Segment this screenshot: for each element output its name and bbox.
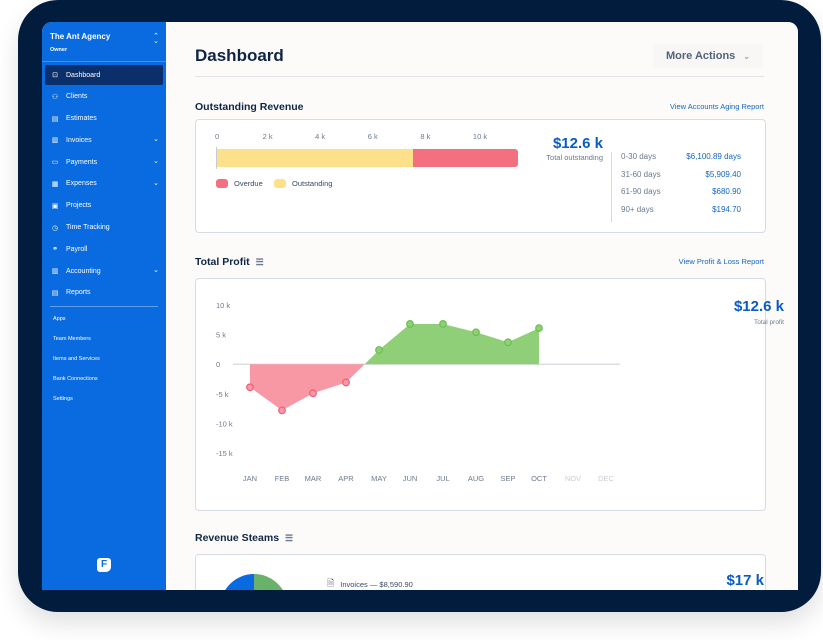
profit-point-oct[interactable] <box>535 324 543 332</box>
total-profit-label: Total profit <box>754 319 784 326</box>
chevron-down-icon[interactable]: ⌄ <box>153 266 159 274</box>
sidebar-item-label: Expenses <box>66 180 97 188</box>
payments-icon: ▭ <box>51 159 59 167</box>
profit-point-aug[interactable] <box>472 328 480 337</box>
app-window: The Ant Agency Owner ⌃ ⌄ ⊡ Dashboard ⚇ Cli… <box>42 22 798 590</box>
chevron-down-icon[interactable]: ⌄ <box>153 157 159 165</box>
profit-point-mar[interactable] <box>309 389 317 398</box>
total-profit-value: $12.6 k <box>733 298 784 315</box>
revenue-item-invoices: 🗎 Invoices — $8,590.90 <box>327 576 413 590</box>
freshbooks-logo-icon: F <box>97 558 111 572</box>
projects-icon: ▣ <box>51 202 59 210</box>
y-tick-label: 5 k <box>216 331 226 340</box>
chevron-up-down-icon[interactable]: ⌃ ⌄ <box>152 33 160 45</box>
revenue-item-label: Invoices — $8,590.90 <box>340 579 413 589</box>
sidebar-item-label: Payments <box>66 158 98 166</box>
sidebar-item-label: Reports <box>66 289 91 297</box>
sidebar-item-label: Dashboard <box>66 71 101 79</box>
sidebar-item-invoices[interactable]: ▥ Invoices ⌄ <box>45 130 163 150</box>
x-tick-label: MAY <box>371 474 387 483</box>
revenue-donut <box>225 574 283 590</box>
sidebar-item-label: Clients <box>66 93 88 101</box>
chevron-down-icon[interactable]: ⌄ <box>153 135 159 143</box>
profit-chart: 10 k 5 k 0 -5 k -10 k -15 k JAN FEB MAR APR MAY JUN… <box>216 301 620 483</box>
x-tick-label: APR <box>338 474 354 483</box>
clients-icon: ⚇ <box>51 93 59 101</box>
sidebar-item-estimates[interactable]: ▤ Estimates <box>45 109 163 129</box>
sidebar-item-label: Estimates <box>66 115 97 123</box>
sidebar: The Ant Agency Owner ⌃ ⌄ ⊡ Dashboard ⚇ Cli… <box>42 22 166 590</box>
expenses-icon: ▦ <box>51 180 59 188</box>
profit-point-sep[interactable] <box>504 338 512 347</box>
main-content: Dashboard More Actions ⌄ Outstanding Rev… <box>166 22 798 590</box>
sidebar-item-label: Projects <box>66 202 92 210</box>
clock-icon: ◷ <box>51 224 59 232</box>
y-tick-label: -10 k <box>216 419 233 428</box>
sidebar-item-expenses[interactable]: ▦ Expenses ⌄ <box>45 174 163 194</box>
accounting-icon: ▥ <box>51 268 59 276</box>
x-tick-label: JUL <box>436 474 449 483</box>
filter-sliders-icon[interactable]: ☰ <box>285 533 293 544</box>
profit-point-may[interactable] <box>375 346 383 354</box>
sidebar-item-accounting[interactable]: ▥ Accounting ⌄ <box>45 261 163 281</box>
x-tick-label: AUG <box>468 474 484 483</box>
x-tick-label: MAR <box>305 474 322 483</box>
y-tick-label: -15 k <box>216 449 233 458</box>
payroll-icon: ⚭ <box>52 246 58 254</box>
dashboard-icon: ⊡ <box>52 72 58 79</box>
estimates-icon: ▤ <box>51 115 59 123</box>
sidebar-item-label: Accounting <box>66 267 101 275</box>
sidebar-item-reports[interactable]: ▤ Reports <box>45 283 163 303</box>
sidebar-item-clients[interactable]: ⚇ Clients <box>45 87 163 107</box>
sidebar-item-payroll[interactable]: ⚭ Payroll <box>45 239 163 259</box>
profit-negative-area <box>250 364 365 411</box>
x-tick-label: DEC <box>598 474 614 483</box>
divider <box>42 61 166 62</box>
sidebar-item-label: Payroll <box>66 245 88 253</box>
x-tick-label: JAN <box>243 474 257 483</box>
sidebar-item-payments[interactable]: ▭ Payments ⌄ <box>45 152 163 172</box>
sidebar-item-projects[interactable]: ▣ Projects <box>45 196 163 216</box>
donut-slice-other <box>225 574 254 590</box>
invoice-icon: 🗎 <box>327 578 335 588</box>
business-role: Owner <box>50 47 68 53</box>
profit-point-feb[interactable] <box>278 406 286 415</box>
sidebar-link-settings[interactable]: Settings <box>53 394 100 414</box>
section-title-text: Revenue Steams <box>195 532 280 544</box>
profit-point-jun[interactable] <box>406 320 414 328</box>
y-tick-label: 10 k <box>216 301 230 310</box>
sidebar-link-items-and-services[interactable]: Items and Services <box>53 354 100 374</box>
profit-point-jan[interactable] <box>246 383 254 392</box>
sidebar-link-apps[interactable]: Apps <box>53 314 100 334</box>
sidebar-item-label: Invoices <box>66 136 92 144</box>
business-switcher[interactable]: The Ant Agency Owner ⌃ ⌄ <box>50 32 160 53</box>
divider <box>50 306 158 307</box>
sidebar-link-bank-connections[interactable]: Bank Connections <box>53 374 100 394</box>
invoices-icon: ▥ <box>51 137 59 145</box>
x-tick-label: JUN <box>403 474 418 483</box>
sidebar-item-label: Time Tracking <box>66 224 110 232</box>
revenue-total-value: $17 k <box>726 572 764 589</box>
revenue-streams-title: Revenue Steams ☰ <box>195 532 293 544</box>
donut-slice-invoices <box>254 574 283 590</box>
profit-point-jul[interactable] <box>439 320 447 328</box>
y-tick-label: 0 <box>216 360 220 369</box>
chevron-down-icon[interactable]: ⌄ <box>153 179 159 187</box>
x-tick-label: SEP <box>500 474 515 483</box>
sidebar-nav: ⊡ Dashboard ⚇ Clients ▤ Estimates ▥ Invoice… <box>45 65 163 305</box>
x-tick-label: NOV <box>565 474 581 483</box>
x-tick-label: FEB <box>275 474 290 483</box>
reports-icon: ▤ <box>51 289 59 297</box>
sidebar-secondary-nav: Apps Team Members Items and Services Bank C… <box>53 314 100 414</box>
y-tick-label: -5 k <box>216 390 229 399</box>
business-name: The Ant Agency <box>50 32 111 41</box>
x-tick-label: OCT <box>531 474 547 483</box>
profit-positive-area <box>364 323 539 365</box>
sidebar-link-team-members[interactable]: Team Members <box>53 334 100 354</box>
sidebar-item-dashboard[interactable]: ⊡ Dashboard <box>45 65 163 85</box>
sidebar-item-time-tracking[interactable]: ◷ Time Tracking <box>45 218 163 238</box>
profit-point-apr[interactable] <box>342 378 350 387</box>
